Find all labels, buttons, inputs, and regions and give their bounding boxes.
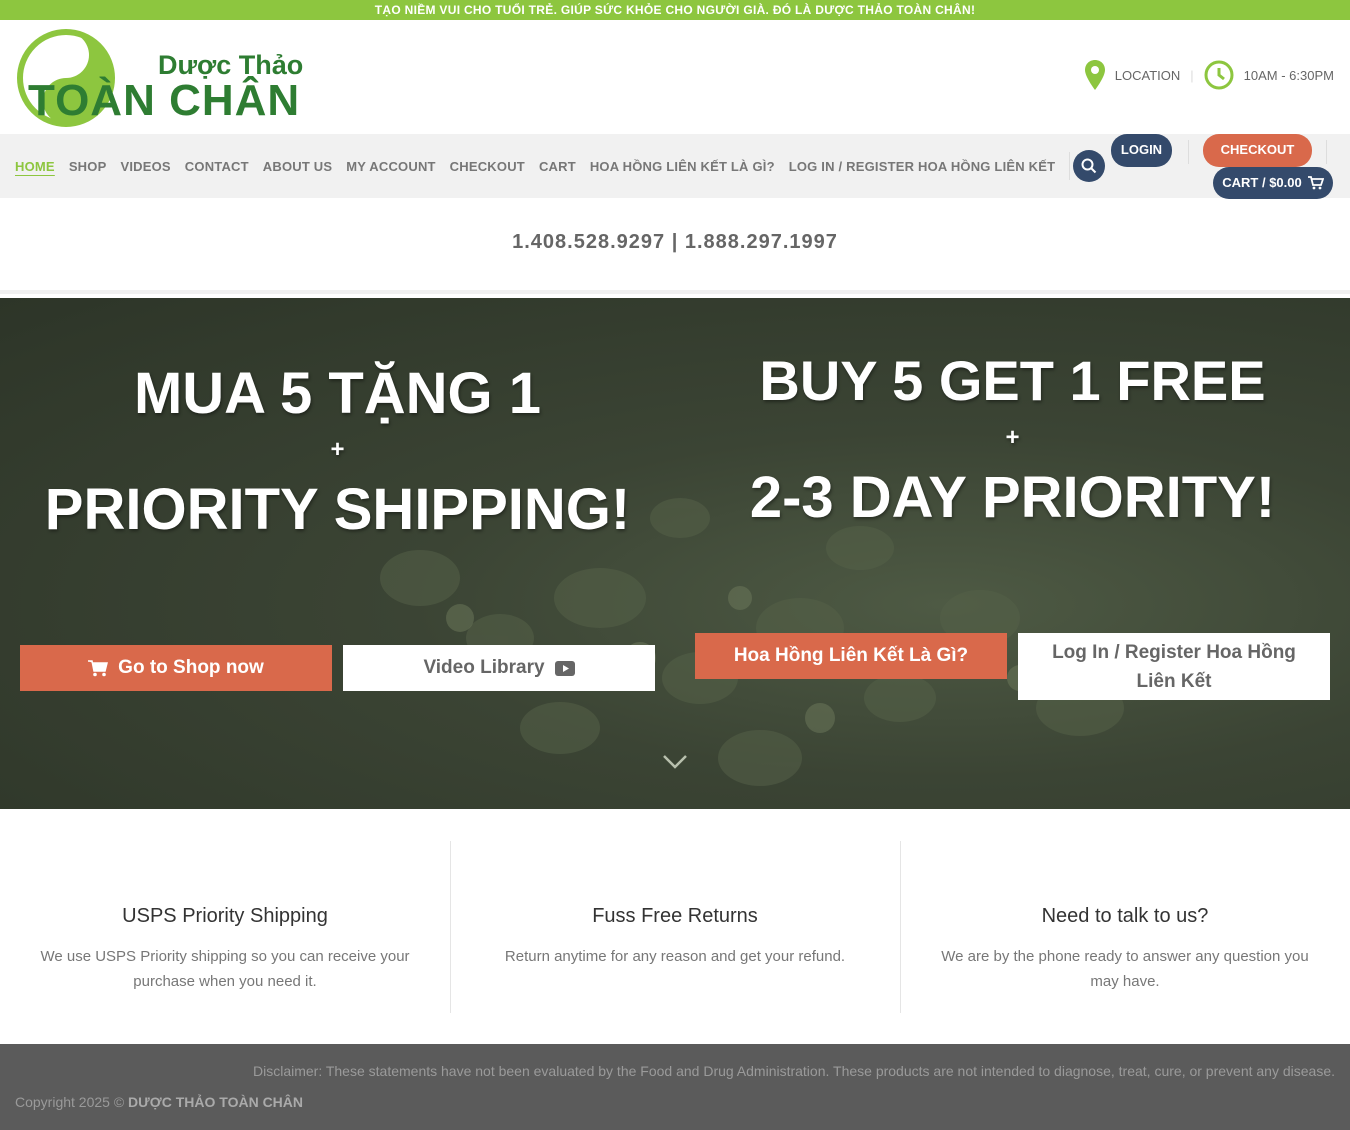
hero-right-subline: 2-3 DAY PRIORITY! <box>749 465 1276 530</box>
affiliate-info-button[interactable]: Hoa Hồng Liên Kết Là Gì? <box>695 633 1007 679</box>
site-footer: Disclaimer: These statements have not be… <box>0 1044 1350 1130</box>
video-library-button[interactable]: Video Library <box>343 645 655 691</box>
cart-icon <box>1307 176 1324 190</box>
nav-contact[interactable]: CONTACT <box>185 159 249 174</box>
phone-numbers: 1.408.528.9297 | 1.888.297.1997 <box>0 198 1350 294</box>
feature-shipping: USPS Priority Shipping We use USPS Prior… <box>0 809 450 1044</box>
hero-right-text: BUY 5 GET 1 FREE + 2-3 DAY PRIORITY! <box>675 348 1350 531</box>
cart-icon <box>88 659 109 676</box>
opening-hours: 10AM - 6:30PM <box>1243 67 1334 83</box>
video-library-label: Video Library <box>423 657 545 678</box>
location-pin-icon <box>1084 60 1105 90</box>
nav-my-account[interactable]: MY ACCOUNT <box>346 159 435 174</box>
feature-text: Return anytime for any reason and get yo… <box>504 948 846 965</box>
video-play-icon <box>554 660 575 676</box>
nav-affiliate-register[interactable]: LOG IN / REGISTER HOA HỒNG LIÊN KẾT <box>789 159 1056 174</box>
cart-label: CART / $0.00 <box>1222 175 1302 190</box>
hero-left-plus: + <box>330 436 345 463</box>
feature-title: USPS Priority Shipping <box>122 905 328 927</box>
search-button[interactable] <box>1073 150 1105 182</box>
nav-home[interactable]: HOME <box>15 159 55 174</box>
search-icon <box>1081 158 1097 174</box>
hero-right-headline: BUY 5 GET 1 FREE <box>759 349 1266 412</box>
logo-line-2: TOÀN CHÂN <box>28 76 301 125</box>
login-button[interactable]: LOGIN <box>1111 134 1172 167</box>
feature-text: We are by the phone ready to answer any … <box>941 948 1309 990</box>
header-contact-info: LOCATION | 10AM - 6:30PM <box>1084 60 1334 90</box>
feature-title: Need to talk to us? <box>1041 905 1209 927</box>
affiliate-register-label: Log In / Register Hoa Hồng Liên Kết <box>1052 641 1296 692</box>
nav-cart[interactable]: CART <box>539 159 576 174</box>
divider <box>1326 140 1327 164</box>
go-to-shop-label: Go to Shop now <box>118 657 264 678</box>
affiliate-register-button[interactable]: Log In / Register Hoa Hồng Liên Kết <box>1018 633 1330 700</box>
hero-left-subline: PRIORITY SHIPPING! <box>44 477 631 542</box>
hero-banner: MUA 5 TẶNG 1 + PRIORITY SHIPPING! BUY 5 … <box>0 298 1350 809</box>
fda-disclaimer: Disclaimer: These statements have not be… <box>252 1063 1335 1079</box>
site-logo[interactable]: Dược Thảo TOÀN CHÂN <box>16 28 303 128</box>
divider <box>1069 152 1071 180</box>
nav-checkout[interactable]: CHECKOUT <box>450 159 525 174</box>
copyright-brand[interactable]: DƯỢC THẢO TOÀN CHÂN <box>128 1094 303 1110</box>
divider <box>1188 140 1189 164</box>
feature-support: Need to talk to us? We are by the phone … <box>900 809 1350 1044</box>
location-link[interactable]: LOCATION <box>1115 68 1181 83</box>
feature-returns: Fuss Free Returns Return anytime for any… <box>450 809 900 1044</box>
features-section: USPS Priority Shipping We use USPS Prior… <box>0 809 1350 1044</box>
copyright: Copyright 2025 © DƯỢC THẢO TOÀN CHÂN <box>15 1094 303 1110</box>
nav-about-us[interactable]: ABOUT US <box>263 159 333 174</box>
affiliate-info-label: Hoa Hồng Liên Kết Là Gì? <box>733 645 969 666</box>
nav-videos[interactable]: VIDEOS <box>120 159 170 174</box>
site-header: Dược Thảo TOÀN CHÂN LOCATION | 10AM - 6:… <box>0 20 1350 134</box>
feature-text: We use USPS Priority shipping so you can… <box>40 948 410 990</box>
hero-left-text: MUA 5 TẶNG 1 + PRIORITY SHIPPING! <box>0 360 675 543</box>
go-to-shop-button[interactable]: Go to Shop now <box>20 645 332 691</box>
feature-title: Fuss Free Returns <box>592 905 758 927</box>
nav-affiliate-info[interactable]: HOA HỒNG LIÊN KẾT LÀ GÌ? <box>590 159 775 174</box>
main-navigation: HOME SHOP VIDEOS CONTACT ABOUT US MY ACC… <box>0 134 1350 199</box>
checkout-button[interactable]: CHECKOUT <box>1203 134 1312 167</box>
divider: | <box>1190 67 1194 83</box>
cart-button[interactable]: CART / $0.00 <box>1213 167 1333 199</box>
hero-right-plus: + <box>1005 424 1020 451</box>
clock-icon <box>1204 60 1234 90</box>
nav-shop[interactable]: SHOP <box>69 159 107 174</box>
top-announcement-bar: TẠO NIỀM VUI CHO TUỔI TRẺ. GIÚP SỨC KHỎE… <box>0 0 1350 20</box>
hero-left-headline: MUA 5 TẶNG 1 <box>133 361 542 426</box>
chevron-down-icon[interactable] <box>662 754 688 770</box>
copyright-prefix: Copyright 2025 © <box>15 1094 125 1110</box>
